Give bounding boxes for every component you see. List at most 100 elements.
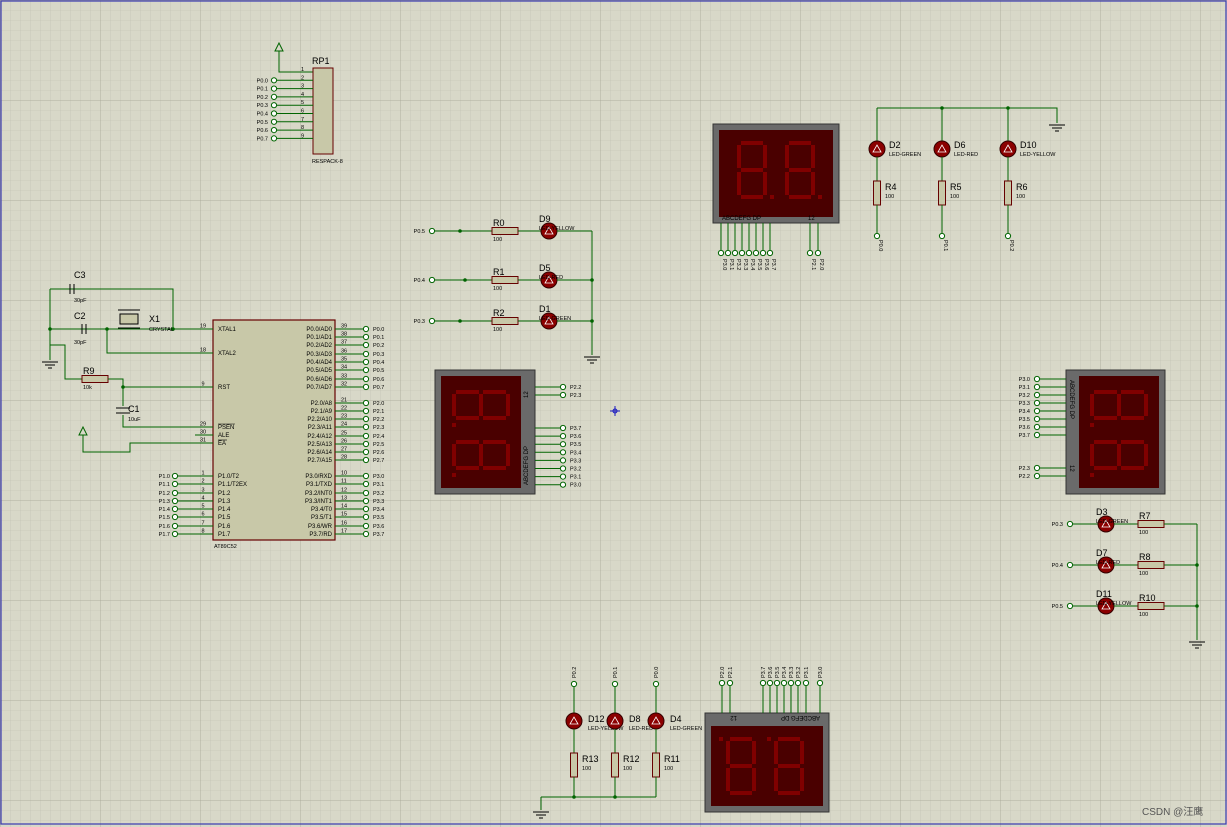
mcu-pin-number: 14 [341, 504, 347, 510]
segment [774, 741, 778, 764]
resistor-body [1137, 561, 1165, 569]
net-terminal [171, 497, 179, 505]
net-label: P2.0 [720, 667, 726, 678]
mcu-pin-name: P3.2/INT0 [305, 491, 333, 497]
resistor-body [1004, 180, 1012, 206]
segment [778, 791, 800, 795]
segment [741, 168, 763, 172]
led-ref: D6 [954, 140, 966, 150]
net-label: P3.5 [373, 515, 384, 521]
net-label: P0.5 [257, 120, 268, 126]
net-label: P0.0 [373, 327, 384, 333]
led-symbol [606, 712, 624, 730]
segment [506, 444, 510, 466]
led-ref: D7 [1096, 548, 1108, 558]
mcu-pin-name: P3.7/RD [309, 532, 332, 538]
net-terminal [780, 679, 788, 687]
mcu-pin-number: 1 [201, 471, 204, 477]
net-terminal [731, 249, 739, 257]
segment [479, 444, 483, 466]
net-terminal [428, 276, 436, 284]
net-terminal [428, 317, 436, 325]
mcu-pin-number: 22 [341, 406, 347, 412]
segment [452, 394, 456, 416]
segment [1121, 466, 1144, 470]
mcu-pin-name: XTAL2 [218, 351, 237, 357]
mcu-pin-number: 4 [201, 496, 204, 502]
segment [737, 145, 741, 168]
segment [1090, 394, 1094, 416]
net-terminal [1066, 520, 1074, 528]
net-label: P0.7 [257, 136, 268, 142]
net-label: P3.6 [763, 259, 769, 270]
mcu-pin-number: 26 [341, 439, 347, 445]
net-terminal [1033, 415, 1041, 423]
net-terminal [270, 127, 278, 134]
segment [456, 466, 479, 470]
net-label: P3.3 [789, 667, 795, 678]
net-terminal [362, 505, 370, 513]
net-label: P1.2 [159, 491, 170, 497]
net-terminal [766, 679, 774, 687]
net-label: P3.7 [1019, 433, 1030, 439]
net-terminal [362, 522, 370, 530]
net-terminal [1004, 232, 1012, 240]
segment [800, 741, 804, 764]
led-symbol [647, 712, 665, 730]
c2-value: 30pF [74, 340, 87, 346]
net-terminal [270, 77, 278, 84]
segment [811, 145, 815, 168]
net-label: P3.5 [756, 259, 762, 270]
net-label: P1.6 [159, 524, 170, 530]
net-label: P0.1 [613, 667, 619, 678]
net-terminal [362, 530, 370, 538]
resistor-ref: R11 [664, 754, 680, 764]
net-terminal [171, 489, 179, 497]
net-label: P3.3 [742, 259, 748, 270]
resistor-value: 100 [950, 194, 959, 200]
net-terminal [362, 350, 370, 358]
net-label: P3.4 [1019, 409, 1030, 415]
net-terminal [362, 497, 370, 505]
segment-dp [1090, 423, 1094, 427]
net-label: P3.5 [1019, 417, 1030, 423]
segment [479, 394, 483, 416]
mcu-pin-number: 15 [341, 512, 347, 518]
segment [811, 172, 815, 195]
mcu-pin-number: 34 [341, 365, 347, 371]
mcu-pin-name: P1.6 [218, 524, 231, 530]
rp1-body [312, 67, 334, 155]
net-label: P0.2 [1008, 240, 1014, 251]
mcu-pin-name: P0.5/AD5 [306, 368, 332, 374]
schematic-canvas[interactable]: AT89C5219XTAL118XTAL29RST29PSEN30ALE31EA… [0, 0, 1227, 827]
net-terminal [1033, 399, 1041, 407]
net-terminal [1033, 391, 1041, 399]
net-label: P2.3 [1019, 466, 1030, 472]
net-label: P3.6 [768, 667, 774, 678]
net-label: P0.3 [1052, 522, 1063, 528]
net-label: P3.7 [570, 426, 581, 432]
net-label: P0.3 [414, 319, 425, 325]
resistor-ref: R12 [623, 754, 640, 764]
resistor-body [652, 752, 660, 778]
net-terminal [752, 249, 760, 257]
led-value: LED-RED [629, 726, 653, 732]
net-label: P3.2 [796, 667, 802, 678]
net-label: P3.3 [373, 499, 384, 505]
segment [1121, 390, 1144, 394]
seg-top-face [720, 130, 832, 210]
net-label: P3.6 [570, 434, 581, 440]
segment [726, 768, 730, 791]
resistor-body [491, 276, 519, 284]
mcu-pin-name: P3.4/T0 [311, 507, 333, 513]
net-terminal [559, 481, 567, 488]
net-terminal [611, 680, 619, 688]
mcu-pin-name: P2.7/A15 [307, 458, 332, 464]
net-label: P3.0 [818, 667, 824, 678]
mcu-pin-number: 10 [341, 471, 347, 477]
resistor-value: 100 [493, 327, 502, 333]
net-terminal [362, 448, 370, 456]
mcu-pin-number: 37 [341, 340, 347, 346]
net-terminal [171, 513, 179, 521]
net-label: P3.7 [770, 259, 776, 270]
